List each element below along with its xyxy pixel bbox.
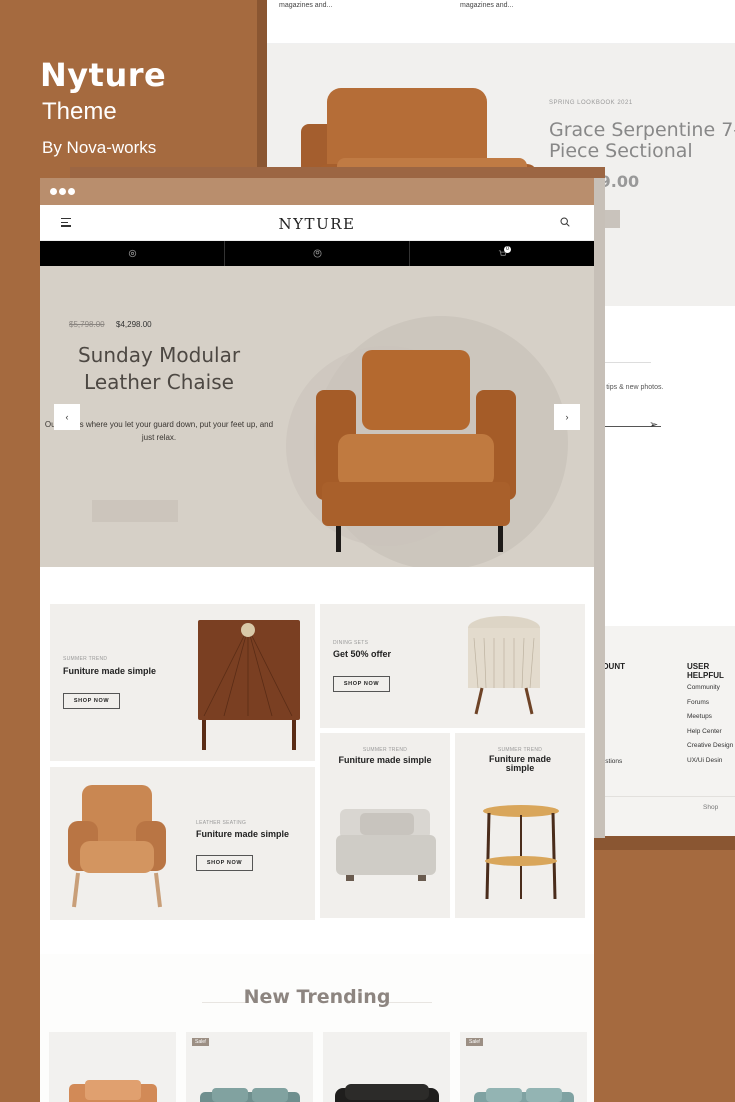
category-subtitle: SUMMER TREND <box>63 656 108 662</box>
cart-count-badge: 0 <box>504 246 511 253</box>
mobile-icon-bar: 0 <box>40 241 594 266</box>
footer-link: Community <box>687 684 720 691</box>
gear-icon <box>128 249 136 258</box>
back-strip-text-right: magazines and... <box>460 2 514 9</box>
promo-theme: Theme <box>42 98 117 125</box>
category-title: Get 50% offer <box>333 649 392 659</box>
sideboard-image <box>198 620 300 750</box>
chaise-sofa-image <box>336 809 436 881</box>
sale-badge: Sale! <box>192 1038 210 1046</box>
back-footer-col-helpful: USER HELPFUL <box>687 662 724 680</box>
footer-link: Creative Design <box>687 742 734 749</box>
footer-link: UX/Ui Desin <box>687 756 723 764</box>
browser-titlebar <box>40 178 594 205</box>
product-image <box>474 1088 574 1102</box>
product-image <box>200 1088 300 1102</box>
footer-link: Forums <box>687 698 710 706</box>
category-card-side-table[interactable]: SUMMER TREND Funiture made simple <box>455 733 585 918</box>
pouf-image <box>468 616 540 715</box>
product-card[interactable] <box>49 1032 176 1102</box>
back-strip-text-left: magazines and... <box>279 2 333 9</box>
category-card-leather[interactable]: LEATHER SEATING Funiture made simple SHO… <box>50 767 315 920</box>
shop-now-button[interactable]: SHOP NOW <box>333 676 390 692</box>
category-subtitle: LEATHER SEATING <box>196 820 247 826</box>
product-card[interactable]: Sale! <box>460 1032 587 1102</box>
hero-cta-button[interactable] <box>92 500 178 522</box>
category-title: Funiture made simple <box>63 666 157 676</box>
hero-new-price: $4,298.00 <box>116 320 152 329</box>
site-logo[interactable]: NYTURE <box>40 215 594 233</box>
browser-shadow-top <box>70 167 605 178</box>
back-footer-divider <box>593 796 735 797</box>
product-card[interactable] <box>323 1032 450 1102</box>
promo-block: Nyture Theme By Nova-works <box>40 56 166 158</box>
hero-title: Sunday Modular Leather Chaise <box>77 343 241 394</box>
search-icon[interactable] <box>560 217 570 227</box>
browser-shadow-side <box>594 178 605 838</box>
back-hero-title: Grace Serpentine 7-Piece Sectional <box>549 119 735 162</box>
back-top-strip: magazines and... magazines and... <box>267 0 735 44</box>
new-trending-section: New Trending Sale! Sale! <box>40 954 594 1102</box>
back-lookbook-label: SPRING LOOKBOOK 2021 <box>549 100 633 106</box>
iconbar-account[interactable] <box>225 241 410 266</box>
iconbar-settings[interactable] <box>40 241 225 266</box>
window-dot-icon <box>68 188 75 195</box>
leather-chair-image <box>68 785 166 908</box>
window-dot-icon <box>59 188 66 195</box>
back-footer-links: Community Forums Meetups Help Center Cre… <box>687 684 733 771</box>
footer-link: Help Center <box>687 727 722 735</box>
footer-link: Meetups <box>687 713 712 720</box>
promo-brand: Nyture <box>40 56 167 94</box>
category-card-dining[interactable]: DINING SETS Get 50% offer SHOP NOW <box>320 604 585 728</box>
category-card-sideboard[interactable]: SUMMER TREND Funiture made simple SHOP N… <box>50 604 315 761</box>
sale-badge: Sale! <box>466 1038 484 1046</box>
category-title: Funiture made simple <box>488 754 551 773</box>
iconbar-cart[interactable]: 0 <box>410 241 594 266</box>
category-subtitle: DINING SETS <box>333 640 369 646</box>
product-image <box>69 1080 157 1102</box>
category-title: Funiture made simple <box>338 755 432 765</box>
product-image <box>335 1084 439 1102</box>
shop-now-button[interactable]: SHOP NOW <box>196 855 253 871</box>
product-card[interactable]: Sale! <box>186 1032 313 1102</box>
user-icon <box>312 249 322 258</box>
section-heading: New Trending <box>243 986 391 1008</box>
site-header: NYTURE <box>40 205 594 241</box>
category-subtitle: SUMMER TREND <box>362 747 408 753</box>
hero-armchair-image <box>316 350 516 552</box>
back-footer-shop: Shop <box>703 804 719 811</box>
slider-prev-button[interactable]: ‹ <box>54 404 80 430</box>
promo-author: By Nova-works <box>42 138 157 157</box>
category-title: Funiture made simple <box>196 829 290 839</box>
shop-now-button[interactable]: SHOP NOW <box>63 693 120 709</box>
slider-next-button[interactable]: › <box>554 404 580 430</box>
browser-window: NYTURE 0 $5,798.00 $4,298.00 Sunday Modu… <box>40 178 594 1102</box>
category-card-chaise[interactable]: SUMMER TREND Funiture made simple <box>320 733 450 918</box>
hero-old-price: $5,798.00 <box>69 320 105 329</box>
category-subtitle: SUMMER TREND <box>497 747 543 753</box>
side-table-image <box>483 805 559 900</box>
hero-slider: $5,798.00 $4,298.00 Sunday Modular Leath… <box>40 266 594 567</box>
window-dot-icon <box>50 188 57 195</box>
send-icon: ➢ <box>649 419 659 431</box>
